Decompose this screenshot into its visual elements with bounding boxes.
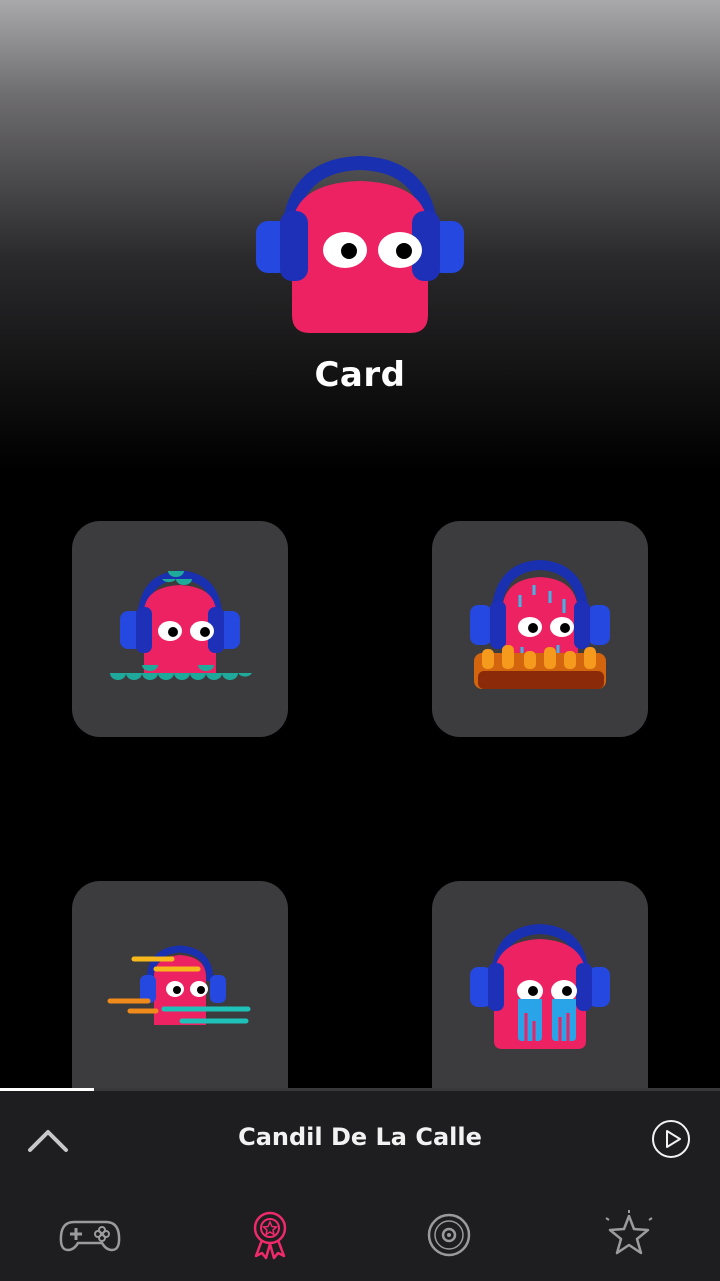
ghost-speed-lines-icon	[107, 945, 251, 1025]
mini-player[interactable]: Candil De La Calle	[0, 1088, 720, 1188]
ghost-crying-icon	[470, 923, 610, 1049]
playback-progress-fill	[0, 1088, 94, 1091]
vinyl-disc-icon	[427, 1213, 471, 1257]
sticker-tile[interactable]	[432, 881, 648, 1089]
tab-games[interactable]	[58, 1210, 122, 1260]
tab-music[interactable]	[417, 1210, 481, 1260]
hero-header: Card	[0, 0, 720, 470]
tab-favorites[interactable]	[597, 1210, 661, 1260]
chevron-up-icon[interactable]	[26, 1122, 70, 1156]
award-ribbon-icon	[253, 1211, 287, 1260]
bottom-tab-bar	[0, 1186, 720, 1281]
star-icon	[605, 1210, 653, 1255]
gamepad-icon	[59, 1220, 121, 1252]
ghost-underwater-waves-icon	[110, 570, 252, 680]
ghost-rain-fire-icon	[470, 559, 610, 689]
playback-progress-bar[interactable]	[0, 1088, 720, 1091]
sticker-tile[interactable]	[72, 521, 288, 737]
pink-ghost-with-headphones-icon	[256, 155, 464, 333]
sticker-tile[interactable]	[432, 521, 648, 737]
page-title: Card	[314, 355, 406, 395]
now-playing-title[interactable]: Candil De La Calle	[120, 1123, 600, 1151]
sticker-tile[interactable]	[72, 881, 288, 1089]
play-circle-icon[interactable]	[651, 1119, 691, 1159]
tab-awards[interactable]	[238, 1210, 302, 1260]
